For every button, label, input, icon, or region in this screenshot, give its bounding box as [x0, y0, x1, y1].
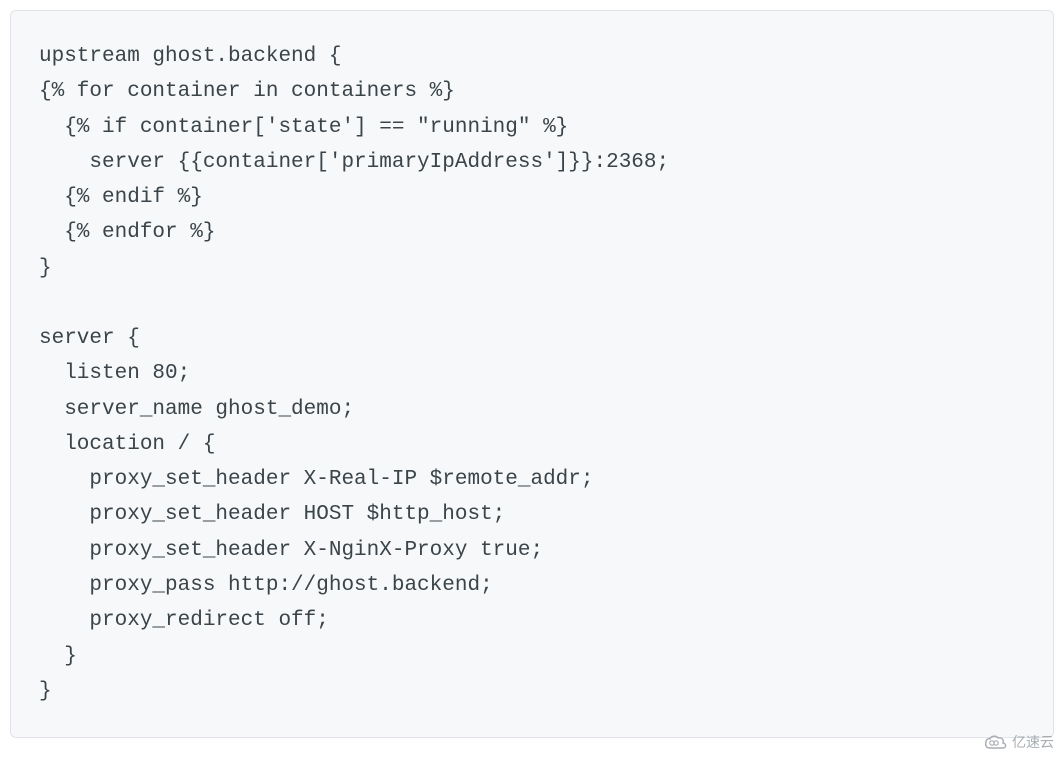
cloud-icon	[984, 734, 1008, 750]
code-block[interactable]: upstream ghost.backend { {% for containe…	[10, 10, 1054, 738]
watermark: 亿速云	[984, 732, 1054, 752]
code-content: upstream ghost.backend { {% for containe…	[39, 45, 669, 703]
watermark-text: 亿速云	[1012, 732, 1054, 752]
